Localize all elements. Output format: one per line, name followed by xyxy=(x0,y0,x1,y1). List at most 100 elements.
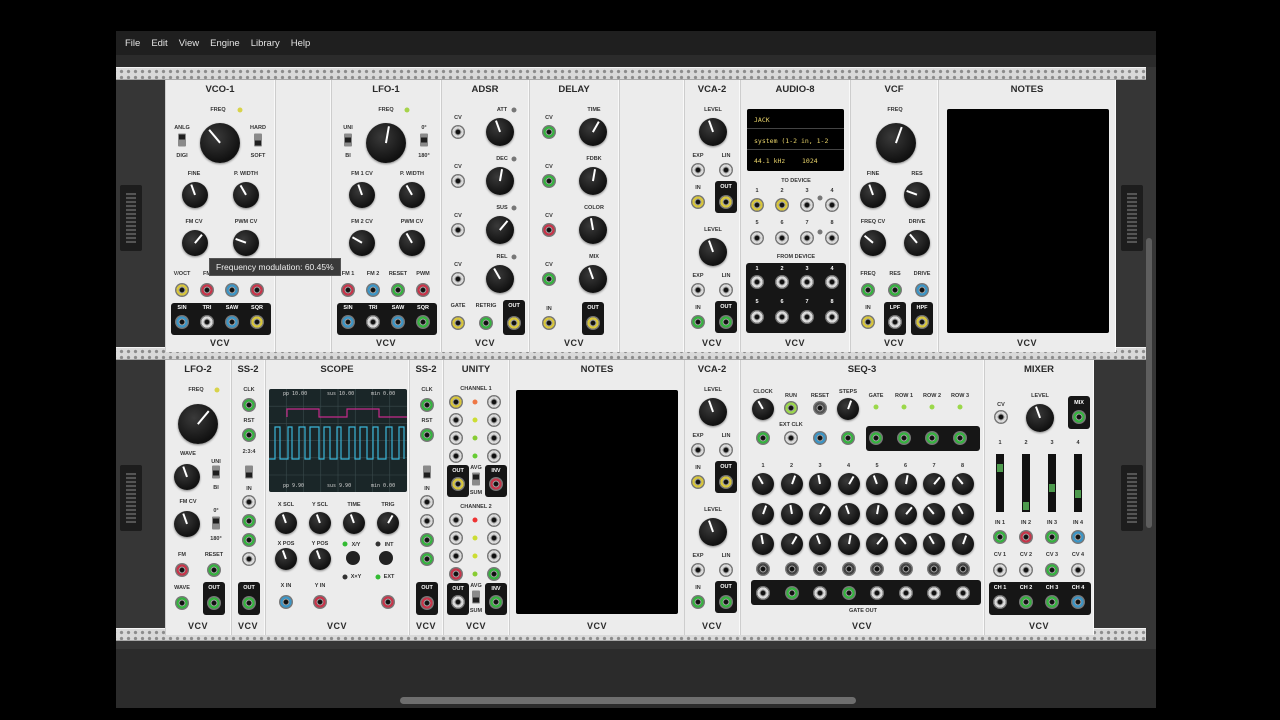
clock-knob[interactable] xyxy=(752,398,774,420)
run-button[interactable] xyxy=(784,401,798,415)
reset-jack[interactable] xyxy=(420,428,434,442)
exp-jack[interactable] xyxy=(691,443,705,457)
cv-jack[interactable] xyxy=(1045,563,1059,577)
input-jack[interactable] xyxy=(200,283,214,297)
pwidth-knob[interactable] xyxy=(399,182,425,208)
level-knob[interactable] xyxy=(699,118,727,146)
cv-jack[interactable] xyxy=(1071,563,1085,577)
channel-jack[interactable] xyxy=(242,552,256,566)
output-jack[interactable] xyxy=(719,195,733,209)
channel-jack[interactable] xyxy=(242,514,256,528)
from-device-jack[interactable] xyxy=(825,310,839,324)
invert-jack[interactable] xyxy=(489,477,503,491)
output-jack[interactable] xyxy=(586,316,600,330)
retrig-jack[interactable] xyxy=(479,316,493,330)
gate-out-jack[interactable] xyxy=(955,586,970,600)
gate-out-jack[interactable] xyxy=(784,586,799,600)
channel-output-jack[interactable] xyxy=(1071,595,1085,609)
reset-jack[interactable] xyxy=(207,563,221,577)
vertical-scrollbar[interactable] xyxy=(1146,238,1152,528)
color-knob[interactable] xyxy=(579,216,607,244)
input-jack[interactable] xyxy=(1071,530,1085,544)
output-jack[interactable] xyxy=(451,595,465,609)
input-jack[interactable] xyxy=(250,283,264,297)
y-input-jack[interactable] xyxy=(313,595,327,609)
steps-knob[interactable] xyxy=(837,398,859,420)
menu-library[interactable]: Library xyxy=(246,38,285,49)
from-device-jack[interactable] xyxy=(825,275,839,289)
input-jack[interactable] xyxy=(691,475,705,489)
input-jack[interactable] xyxy=(449,431,463,445)
output-jack[interactable] xyxy=(416,315,430,329)
from-device-jack[interactable] xyxy=(775,310,789,324)
pwm-cv-knob[interactable] xyxy=(233,230,259,256)
step-knob[interactable] xyxy=(894,473,917,495)
output-jack[interactable] xyxy=(225,315,239,329)
fdbk-knob[interactable] xyxy=(579,167,607,195)
input-jack[interactable] xyxy=(487,513,501,527)
fm-cv-knob[interactable] xyxy=(174,511,200,537)
menu-engine[interactable]: Engine xyxy=(205,38,245,49)
level-knob[interactable] xyxy=(1026,404,1054,432)
step-knob[interactable] xyxy=(866,503,888,525)
wave-jack[interactable] xyxy=(175,596,189,610)
cv-jack[interactable] xyxy=(542,174,556,188)
mode-switch[interactable] xyxy=(245,465,253,479)
input-jack[interactable] xyxy=(487,549,501,563)
wave-knob[interactable] xyxy=(174,464,200,490)
cv-jack[interactable] xyxy=(451,272,465,286)
freq-cv-knob[interactable] xyxy=(860,230,886,256)
fm-jack[interactable] xyxy=(175,563,189,577)
from-device-jack[interactable] xyxy=(775,275,789,289)
output-jack[interactable] xyxy=(507,316,521,330)
gate-out-jack[interactable] xyxy=(813,586,827,600)
mix-output-jack[interactable] xyxy=(1072,410,1086,424)
gate-button[interactable] xyxy=(898,562,913,576)
gate-output-jack[interactable] xyxy=(925,431,939,445)
input-jack[interactable] xyxy=(449,567,463,581)
x-input-jack[interactable] xyxy=(279,595,293,609)
input-jack[interactable] xyxy=(487,449,501,463)
channel-fader[interactable] xyxy=(1048,454,1056,512)
clock-jack[interactable] xyxy=(420,398,434,412)
menu-edit[interactable]: Edit xyxy=(146,38,172,49)
input-jack[interactable] xyxy=(1019,530,1033,544)
gate-output-jack[interactable] xyxy=(869,431,883,445)
channel-jack[interactable] xyxy=(420,552,434,566)
step-knob[interactable] xyxy=(809,533,831,555)
y-scale-knob[interactable] xyxy=(309,512,331,534)
cv-jack[interactable] xyxy=(451,125,465,139)
output-jack[interactable] xyxy=(366,315,380,329)
step-knob[interactable] xyxy=(866,473,888,495)
step-knob[interactable] xyxy=(837,473,860,495)
exp-jack[interactable] xyxy=(691,163,705,177)
input-jack[interactable] xyxy=(861,315,875,329)
pwidth-knob[interactable] xyxy=(233,182,259,208)
input-jack[interactable] xyxy=(391,283,405,297)
avg-sum-switch[interactable] xyxy=(472,590,480,604)
gate-out-jack[interactable] xyxy=(870,586,884,600)
lin-jack[interactable] xyxy=(719,443,733,457)
fm2-knob[interactable] xyxy=(349,230,375,256)
gate-button[interactable] xyxy=(841,562,856,576)
input-jack[interactable] xyxy=(1045,530,1059,544)
gate-out-jack[interactable] xyxy=(898,586,913,600)
step-knob[interactable] xyxy=(752,473,774,495)
drive-knob[interactable] xyxy=(904,230,930,256)
freq-knob[interactable] xyxy=(178,404,218,444)
trigger-knob[interactable] xyxy=(377,512,399,534)
cv-jack[interactable] xyxy=(993,563,1007,577)
hpf-jack[interactable] xyxy=(915,315,929,329)
output-jack[interactable] xyxy=(250,315,264,329)
cv-jack[interactable] xyxy=(861,283,875,297)
step-knob[interactable] xyxy=(837,503,860,525)
channel-jack[interactable] xyxy=(420,533,434,547)
gate-out-jack[interactable] xyxy=(756,586,770,600)
x-scale-knob[interactable] xyxy=(275,512,297,534)
to-device-jack[interactable] xyxy=(800,231,814,245)
mode-switch[interactable] xyxy=(423,465,431,479)
output-jack[interactable] xyxy=(719,315,733,329)
input-jack[interactable] xyxy=(487,531,501,545)
gate-button[interactable] xyxy=(756,562,770,576)
output-jack[interactable] xyxy=(200,315,214,329)
